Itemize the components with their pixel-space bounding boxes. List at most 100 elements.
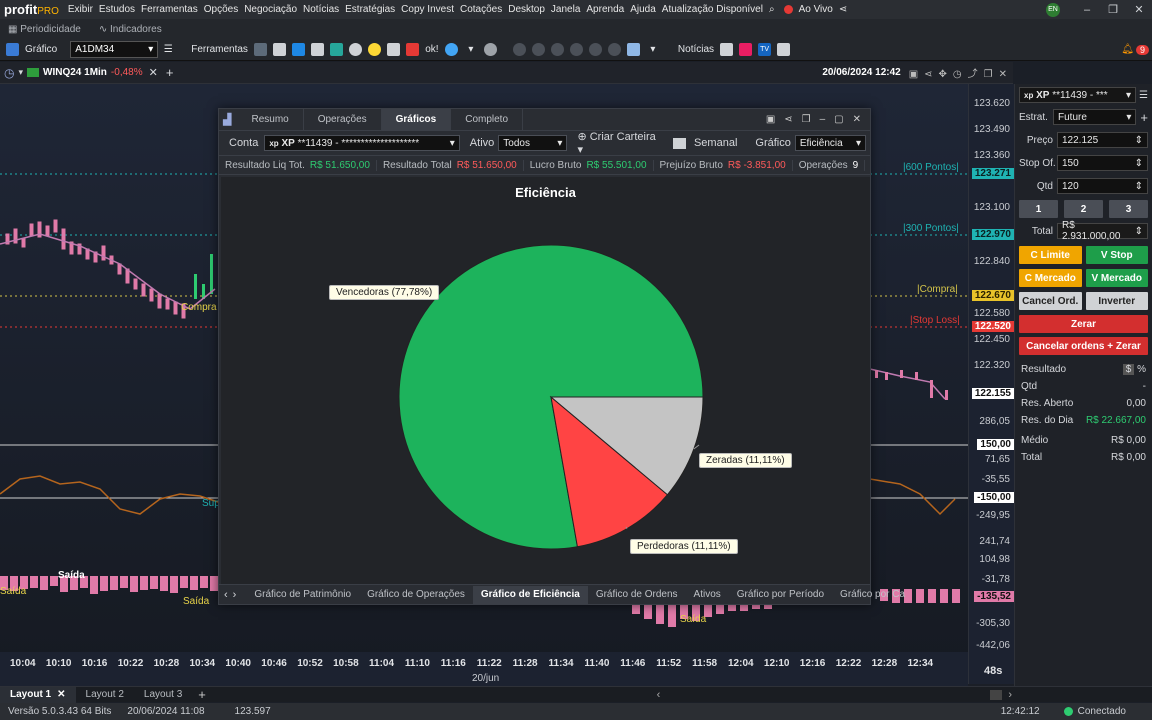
menu-desktop[interactable]: Desktop — [505, 4, 548, 15]
percent-toggle[interactable]: % — [1137, 364, 1146, 375]
layout-tab-3[interactable]: Layout 3 — [134, 687, 192, 703]
calculator-icon[interactable] — [720, 43, 734, 56]
share-icon[interactable]: ⋖ — [836, 4, 850, 15]
menu-exibir[interactable]: Exibir — [65, 4, 96, 15]
chart-symbol[interactable]: WINQ24 1Min — [43, 67, 107, 78]
grafico-select[interactable]: Eficiência ▾ — [794, 135, 867, 151]
layout-tab-2[interactable]: Layout 2 — [76, 687, 134, 703]
refresh-icon[interactable] — [588, 43, 602, 56]
currency-toggle[interactable]: $ — [1122, 364, 1135, 375]
bottom-tab-grafico-de-eficiencia[interactable]: Gráfico de Eficiência — [472, 585, 588, 604]
periodicidade-button[interactable]: ▦ Periodicidade — [8, 24, 81, 35]
tab-completo[interactable]: Completo — [451, 108, 524, 131]
menu-opcoes[interactable]: Opções — [201, 4, 241, 15]
time-axis[interactable]: 20/jun 10:04 10:10 10:16 10:22 10:28 10:34 10:… — [0, 652, 968, 686]
bars-tool-icon[interactable] — [329, 43, 343, 56]
search-icon[interactable]: ⌕ — [766, 4, 778, 15]
scroll-box[interactable] — [990, 689, 1003, 700]
account-select[interactable]: xp XP **11439 - *** ▾ — [1019, 87, 1137, 103]
minimize-icon[interactable]: – — [1074, 4, 1100, 16]
bottom-tab-grafico-de-operacoes[interactable]: Gráfico de Operações — [359, 586, 473, 604]
c-mercado-button[interactable]: C Mercado — [1019, 269, 1082, 287]
user-avatar[interactable]: EN — [1046, 2, 1060, 17]
menu-estrategias[interactable]: Estratégias — [342, 4, 398, 15]
menu-noticias[interactable]: Notícias — [300, 4, 342, 15]
cancelar-zerar-button[interactable]: Cancelar ordens + Zerar — [1019, 337, 1148, 355]
estrat-select[interactable]: Future ▾ — [1053, 109, 1137, 125]
scanner-tool-icon[interactable] — [386, 43, 400, 56]
crosshair-icon[interactable] — [550, 43, 564, 56]
pie-chart-area[interactable]: Eficiência Vencedoras (77,78%) Zeradas (1… — [221, 177, 870, 585]
criar-carteira-button[interactable]: ⊕ Criar Carteira ▾ — [577, 130, 663, 156]
close-chart-icon[interactable]: ✕ — [149, 66, 158, 79]
strategy-tool-icon[interactable] — [444, 43, 458, 56]
phone-tool-icon[interactable] — [291, 43, 305, 56]
ferramentas-button[interactable]: Ferramentas — [191, 42, 248, 58]
bottom-tab-grafico-por-ca[interactable]: Gráfico por Ca — [832, 586, 913, 604]
settings-gear-icon[interactable] — [483, 43, 497, 56]
menu-cotacoes[interactable]: Cotações — [457, 4, 505, 15]
calendar-icon[interactable] — [673, 137, 686, 149]
menu-negociacao[interactable]: Negociação — [241, 4, 300, 15]
tab-operacoes[interactable]: Operações — [304, 108, 382, 131]
v-stop-button[interactable]: V Stop — [1085, 246, 1148, 264]
account-menu-icon[interactable]: ☰ — [1139, 90, 1148, 101]
bottom-tab-grafico-de-ordens[interactable]: Gráfico de Ordens — [588, 586, 686, 604]
report-icon[interactable] — [739, 43, 753, 56]
bell-icon[interactable]: 🔔︎ 9 — [1121, 42, 1149, 58]
bottom-tab-grafico-por-periodo[interactable]: Gráfico por Período — [729, 586, 832, 604]
replay-tool-icon[interactable] — [367, 43, 381, 56]
qty-3-button[interactable]: 3 — [1109, 200, 1148, 218]
bottom-tab-ativos[interactable]: Ativos — [686, 586, 729, 604]
tab-prev-icon[interactable]: ‹ — [224, 589, 228, 601]
add-layout-icon[interactable]: + — [198, 687, 206, 702]
book-tool-icon[interactable] — [272, 43, 286, 56]
menu-copy-invest[interactable]: Copy Invest — [398, 4, 457, 15]
more-chevron-icon[interactable]: ▾ — [464, 42, 478, 58]
ativo-select[interactable]: Todos ▾ — [498, 135, 568, 151]
heatmap-tool-icon[interactable] — [405, 43, 419, 56]
layout-tab-1[interactable]: Layout 1 ✕ — [0, 686, 76, 703]
grafico-button[interactable]: Gráfico — [25, 42, 57, 58]
ok-button[interactable]: ok! — [425, 42, 439, 58]
table-tool-icon[interactable] — [310, 43, 324, 56]
zoom-in-icon[interactable] — [512, 43, 526, 56]
preco-input[interactable]: 122.125 ⇕ — [1057, 132, 1148, 148]
stop-input[interactable]: 150 ⇕ — [1057, 155, 1148, 171]
tv-icon[interactable]: TV — [758, 43, 772, 56]
alarm-tool-icon[interactable] — [348, 43, 362, 56]
chart-ctl-icons[interactable]: ▣⋖✥◷⤴❐✕ — [909, 65, 1013, 80]
bottom-tab-grafico-de-patrimonio[interactable]: Gráfico de Patrimônio — [246, 586, 359, 604]
layout-grid-icon[interactable] — [626, 43, 640, 56]
close-icon[interactable]: ✕ — [1126, 3, 1152, 16]
c-limite-button[interactable]: C Limite — [1019, 246, 1082, 264]
v-mercado-button[interactable]: V Mercado — [1085, 269, 1148, 287]
zerar-button[interactable]: Zerar — [1019, 315, 1148, 333]
menu-ajuda[interactable]: Ajuda — [627, 4, 659, 15]
scroll-left-icon[interactable]: ‹ — [657, 689, 661, 701]
inverter-button[interactable]: Inverter — [1085, 292, 1148, 310]
menu-aprenda[interactable]: Aprenda — [583, 4, 627, 15]
semanal-button[interactable]: Semanal — [694, 137, 737, 149]
menu-estudos[interactable]: Estudos — [96, 4, 138, 15]
restore-icon[interactable]: ❐ — [1100, 3, 1126, 16]
tab-resumo[interactable]: Resumo — [237, 108, 304, 131]
layout-chevron-icon[interactable]: ▾ — [646, 42, 660, 58]
add-strategy-icon[interactable]: + — [1140, 110, 1148, 125]
grid-tool-icon[interactable] — [253, 43, 267, 56]
tab-next-icon[interactable]: › — [233, 589, 237, 601]
qtd-input[interactable]: 120 ⇕ — [1057, 178, 1148, 194]
list-icon[interactable]: ☰ — [161, 42, 175, 58]
noticias-button[interactable]: Notícias — [678, 42, 714, 58]
qty-2-button[interactable]: 2 — [1064, 200, 1103, 218]
cancel-ord-button[interactable]: Cancel Ord. — [1019, 292, 1082, 310]
pin-icon[interactable] — [607, 43, 621, 56]
clock-icon[interactable]: ◷ — [4, 66, 14, 80]
monitor-icon[interactable] — [777, 43, 791, 56]
price-axis[interactable]: 123.620 123.490 123.360 123.100 122.840 122.5… — [968, 84, 1014, 684]
qty-1-button[interactable]: 1 — [1019, 200, 1058, 218]
live-label[interactable]: Ao Vivo — [796, 4, 836, 15]
dropdown-chevron-icon[interactable]: ▾ — [18, 67, 23, 78]
indicadores-button[interactable]: ∿ Indicadores — [99, 24, 162, 35]
scroll-right-icon[interactable]: › — [1008, 689, 1012, 701]
